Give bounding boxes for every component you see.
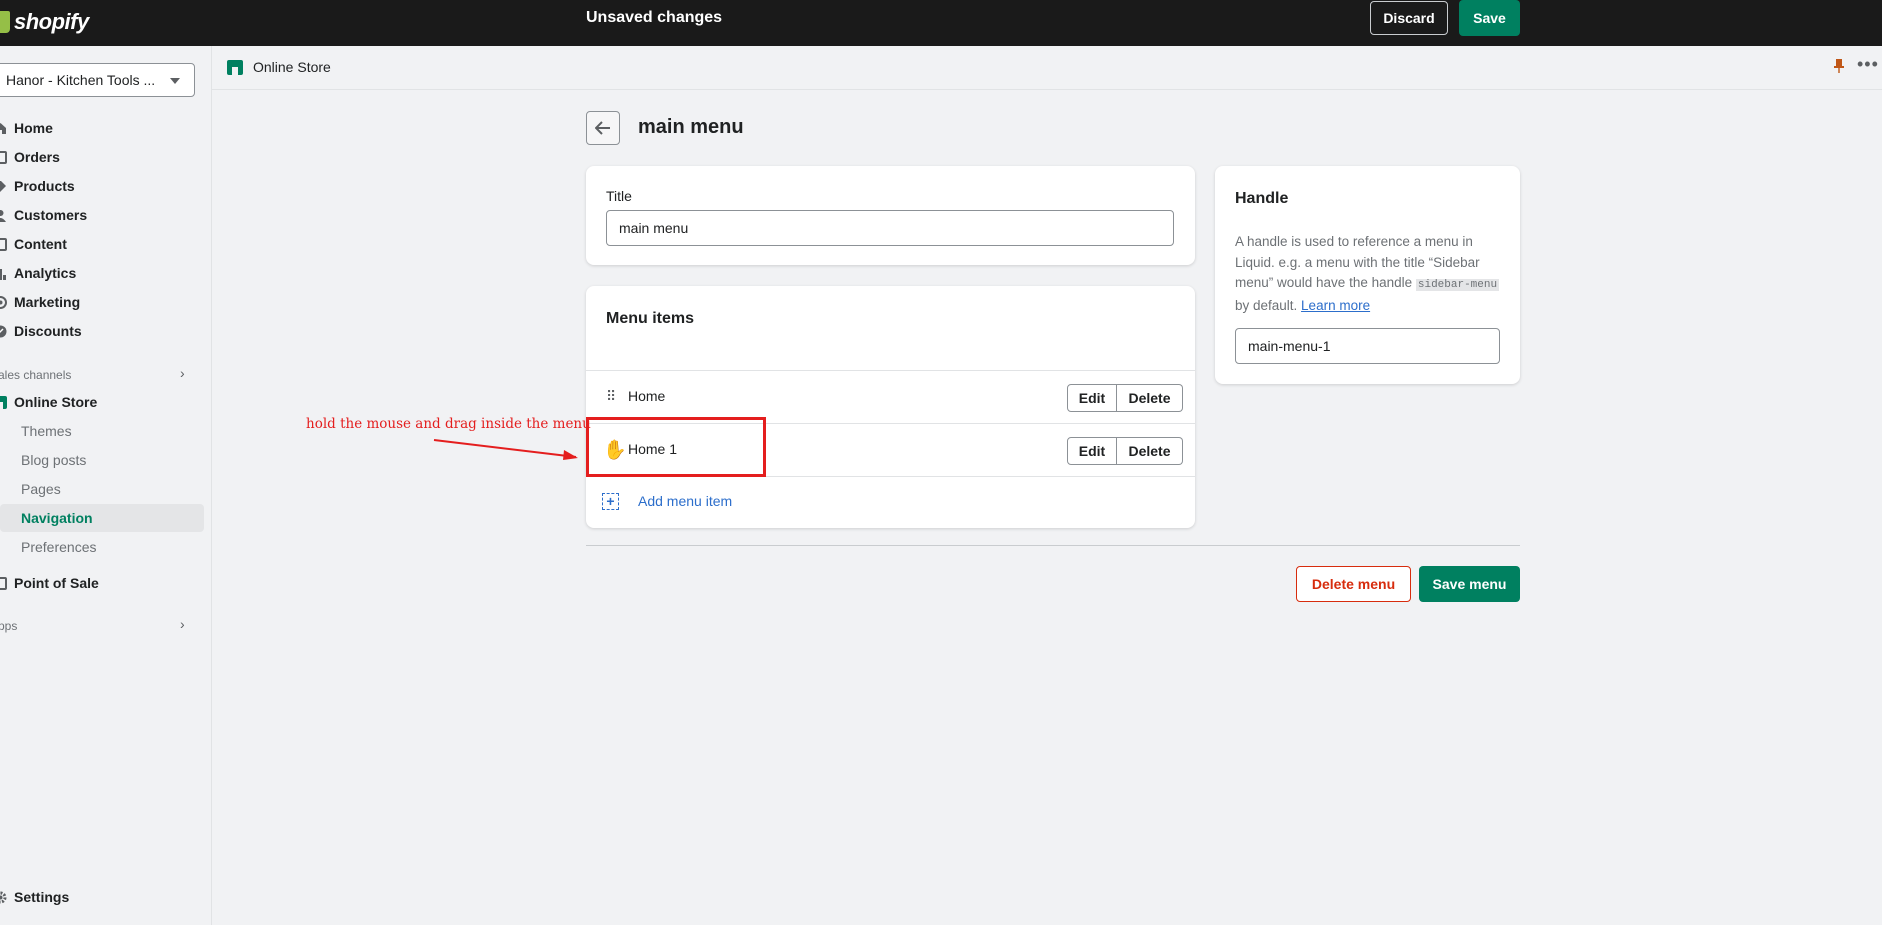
learn-more-link[interactable]: Learn more [1301, 298, 1370, 313]
delete-button[interactable]: Delete [1117, 437, 1183, 465]
page-title: main menu [638, 116, 744, 138]
caret-down-icon [170, 78, 180, 84]
sidebar-item-label: Discounts [14, 323, 82, 339]
shopify-logo[interactable]: shopify [0, 6, 89, 38]
pos-icon [0, 576, 7, 590]
add-menu-item-link[interactable]: Add menu item [638, 493, 732, 509]
sidebar-item-label: Home [14, 120, 53, 136]
divider [586, 370, 1195, 371]
sidebar-subitem-blog-posts[interactable]: Blog posts [21, 446, 86, 474]
content-header-bar: Online Store ••• [212, 46, 1882, 90]
menu-items-card: Menu items ⠿ Home Edit Delete ✋ Home 1 E… [586, 286, 1195, 528]
delete-button[interactable]: Delete [1117, 384, 1183, 412]
apps-label: pps [0, 619, 18, 633]
discount-icon [0, 325, 7, 338]
sidebar-item-label: Settings [14, 889, 70, 905]
store-name: Hanor - Kitchen Tools ... [6, 72, 156, 88]
save-button[interactable]: Save [1459, 0, 1520, 36]
sidebar-item-home[interactable]: Home [0, 114, 53, 142]
edit-button[interactable]: Edit [1067, 437, 1117, 465]
sidebar: Hanor - Kitchen Tools ... Home Orders Pr… [0, 46, 212, 925]
drag-handle-icon[interactable]: ⠿ [606, 388, 616, 405]
sidebar-item-online-store[interactable]: Online Store [0, 388, 97, 416]
sidebar-item-label: Content [14, 236, 67, 252]
title-field-label: Title [606, 188, 632, 204]
sidebar-item-label: Customers [14, 207, 88, 223]
sidebar-item-orders[interactable]: Orders [0, 143, 60, 171]
title-card: Title [586, 166, 1195, 265]
menu-item-label: Home [628, 388, 666, 404]
sales-channels-label: ales channels [0, 368, 72, 382]
arrow-left-icon [595, 121, 610, 135]
sidebar-item-analytics[interactable]: Analytics [0, 259, 76, 287]
online-store-icon [227, 60, 243, 75]
more-horizontal-icon[interactable]: ••• [1857, 54, 1879, 75]
menu-item-actions: Edit Delete [1067, 384, 1183, 412]
handle-input[interactable] [1235, 328, 1500, 364]
handle-card: Handle A handle is used to reference a m… [1215, 166, 1520, 384]
sidebar-item-marketing[interactable]: Marketing [0, 288, 80, 316]
sidebar-item-label: Products [14, 178, 75, 194]
sidebar-item-label: Marketing [14, 294, 81, 310]
sidebar-item-label: Point of Sale [14, 575, 99, 591]
back-button[interactable] [586, 111, 620, 145]
divider [586, 545, 1520, 546]
pin-icon[interactable] [1833, 59, 1845, 76]
sidebar-subitem-preferences[interactable]: Preferences [21, 533, 96, 561]
gear-icon [0, 891, 7, 904]
sidebar-subitem-themes[interactable]: Themes [21, 417, 72, 445]
content-icon [0, 237, 7, 251]
sidebar-item-label: Orders [14, 149, 60, 165]
title-input[interactable] [606, 210, 1174, 246]
sidebar-subitem-pages[interactable]: Pages [21, 475, 61, 503]
top-bar: shopify Unsaved changes Discard Save [0, 0, 1882, 46]
edit-button[interactable]: Edit [1067, 384, 1117, 412]
sidebar-item-settings[interactable]: Settings [0, 883, 69, 911]
annotation-highlight-box [586, 417, 766, 477]
handle-description: A handle is used to reference a menu in … [1235, 234, 1500, 313]
annotation-arrow [433, 439, 578, 460]
content-bar-title: Online Store [253, 59, 331, 75]
target-icon [0, 295, 7, 309]
handle-code-sample: sidebar-menu [1415, 279, 1500, 291]
annotation-text: hold the mouse and drag inside the menu [306, 416, 591, 432]
menu-items-heading: Menu items [606, 310, 695, 327]
home-icon [0, 122, 7, 135]
add-item-icon[interactable]: + [602, 493, 619, 510]
sidebar-item-label: Online Store [14, 394, 98, 410]
sidebar-item-products[interactable]: Products [0, 172, 75, 200]
sidebar-subitem-navigation[interactable]: Navigation [0, 504, 204, 532]
sidebar-item-label: Analytics [14, 265, 77, 281]
save-menu-button[interactable]: Save menu [1419, 566, 1520, 602]
sidebar-item-point-of-sale[interactable]: Point of Sale [0, 569, 99, 597]
sidebar-item-content[interactable]: Content [0, 230, 67, 258]
store-icon [0, 395, 7, 409]
tag-icon [0, 180, 7, 193]
discard-button[interactable]: Discard [1370, 1, 1448, 35]
chevron-right-icon[interactable]: › [180, 616, 185, 632]
sidebar-item-customers[interactable]: Customers [0, 201, 87, 229]
menu-item-actions: Edit Delete [1067, 437, 1183, 465]
orders-icon [0, 150, 7, 164]
chevron-right-icon[interactable]: › [180, 365, 185, 381]
delete-menu-button[interactable]: Delete menu [1296, 566, 1411, 602]
store-selector[interactable]: Hanor - Kitchen Tools ... [0, 63, 195, 97]
unsaved-changes-label: Unsaved changes [586, 9, 723, 26]
person-icon [0, 209, 7, 222]
bar-chart-icon [0, 267, 7, 280]
handle-title: Handle [1235, 190, 1289, 207]
sidebar-item-discounts[interactable]: Discounts [0, 317, 82, 345]
shopify-bag-icon [0, 11, 10, 33]
